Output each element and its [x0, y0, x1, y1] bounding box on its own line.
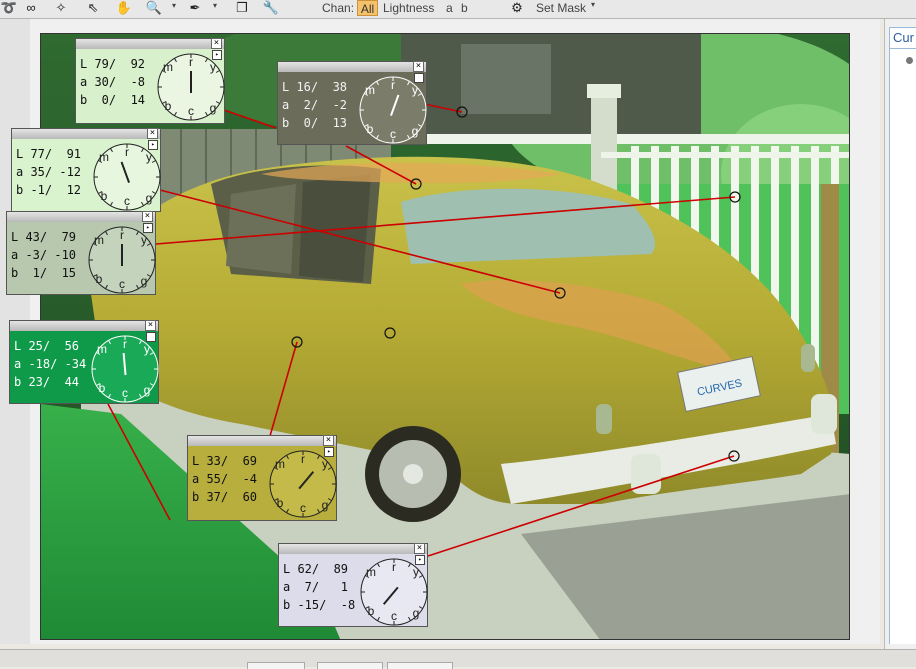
svg-text:b: b	[101, 189, 108, 203]
svg-text:y: y	[146, 150, 152, 164]
svg-text:r: r	[301, 452, 305, 466]
svg-text:r: r	[189, 55, 193, 69]
svg-text:b: b	[99, 381, 106, 395]
svg-text:r: r	[392, 560, 396, 574]
svg-text:b: b	[367, 122, 374, 136]
probe-2[interactable]: × ▸ L 16/ 38 a 2/ -2 b 0/ 13 r y m g b c	[277, 61, 427, 145]
svg-text:c: c	[124, 194, 130, 208]
probe-7[interactable]: × ▸ L 62/ 89 a 7/ 1b -15/ -8 r y m g b c	[278, 543, 428, 627]
svg-text:g: g	[210, 101, 217, 115]
svg-text:y: y	[322, 457, 328, 471]
svg-text:r: r	[120, 228, 124, 242]
svg-text:y: y	[144, 342, 150, 356]
svg-text:c: c	[188, 104, 194, 118]
svg-text:y: y	[412, 83, 418, 97]
svg-text:c: c	[119, 277, 125, 291]
status-bar	[0, 649, 916, 669]
svg-text:c: c	[391, 609, 397, 623]
svg-text:m: m	[366, 565, 376, 579]
hue-clock-icon: r y m g b c	[91, 335, 159, 403]
svg-text:m: m	[94, 233, 104, 247]
svg-text:y: y	[141, 233, 147, 247]
radio-icon[interactable]	[906, 57, 913, 64]
probe-6[interactable]: × ▸ L 33/ 69 a 55/ -4 b 37/ 60 r y m g b c	[187, 435, 337, 521]
svg-text:m: m	[365, 83, 375, 97]
tab-curves[interactable]: Cur	[889, 27, 916, 49]
svg-text:c: c	[390, 127, 396, 141]
svg-text:b: b	[96, 272, 103, 286]
svg-text:b: b	[277, 496, 284, 510]
probe-3[interactable]: × ▸ L 77/ 91 a 35/ -12 b -1/ 12 r y m g b c	[11, 128, 161, 212]
curves-panel-body	[889, 49, 916, 644]
probe-5[interactable]: × ▸ L 25/ 56 a -18/ -34 b 23/ 44 r y m g b c	[9, 320, 159, 404]
probe-1[interactable]: × ▸ L 79/ 92 a 30/ -8 b 0/ 14 r y m g b c	[75, 38, 225, 124]
svg-text:r: r	[391, 78, 395, 92]
hue-clock-icon: r y m g b c	[93, 143, 161, 211]
svg-text:g: g	[412, 124, 419, 138]
svg-text:g: g	[146, 191, 153, 205]
svg-text:m: m	[97, 342, 107, 356]
svg-text:y: y	[413, 565, 419, 579]
svg-text:m: m	[163, 60, 173, 74]
hue-clock-icon: r y m g b c	[269, 450, 337, 518]
hue-clock-icon: r y m g b c	[360, 558, 428, 626]
svg-text:b: b	[368, 604, 375, 618]
svg-text:r: r	[125, 145, 129, 159]
hue-clock-icon: r y m g b c	[359, 76, 427, 144]
svg-text:g: g	[322, 498, 329, 512]
svg-text:c: c	[300, 501, 306, 515]
svg-text:g: g	[141, 274, 148, 288]
svg-text:y: y	[210, 60, 216, 74]
svg-text:m: m	[99, 150, 109, 164]
svg-text:g: g	[413, 606, 420, 620]
svg-text:c: c	[122, 386, 128, 400]
svg-text:m: m	[275, 457, 285, 471]
probe-4[interactable]: × ▸ L 43/ 79 a -3/ -10 b 1/ 15 r y m g b c	[6, 211, 156, 295]
svg-text:r: r	[123, 337, 127, 351]
hue-clock-icon: r y m g b c	[88, 226, 156, 294]
svg-text:b: b	[165, 99, 172, 113]
hue-clock-icon: r y m g b c	[157, 53, 225, 121]
svg-text:g: g	[144, 383, 151, 397]
